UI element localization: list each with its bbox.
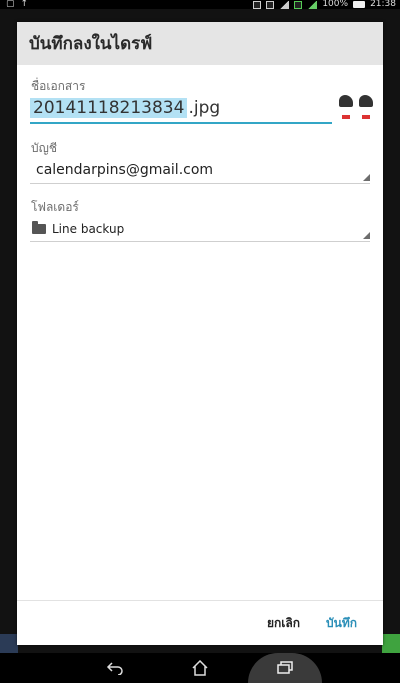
sync-icon: ▢ <box>6 0 15 9</box>
notification-icon <box>253 0 262 9</box>
dropdown-caret-icon <box>363 232 370 239</box>
shoe-image-icon <box>338 95 354 123</box>
dialog-header: บันทึกลงในไดรฟ์ <box>17 22 383 65</box>
status-right-icons: 100% 21:38 <box>253 0 396 9</box>
document-name-label: ชื่อเอกสาร <box>31 79 86 93</box>
back-button[interactable] <box>95 653 135 683</box>
back-icon <box>106 662 123 675</box>
account-select[interactable]: calendarpins@gmail.com <box>30 157 370 184</box>
save-to-drive-dialog: บันทึกลงในไดรฟ์ ชื่อเอกสาร 2014111821383… <box>17 22 383 645</box>
battery-percent: 100% <box>322 0 349 9</box>
wifi-icon <box>307 0 318 9</box>
dialog-title: บันทึกลงในไดรฟ์ <box>29 34 153 54</box>
dropdown-caret-icon <box>363 174 370 181</box>
dialog-footer: ยกเลิก บันทึก <box>17 600 383 645</box>
signal-icon <box>279 0 290 9</box>
shoe-image-icon <box>358 95 374 123</box>
cancel-button[interactable]: ยกเลิก <box>267 614 300 633</box>
notification-icon-2 <box>266 0 275 9</box>
upload-icon: ↑ <box>20 0 29 9</box>
account-value: calendarpins@gmail.com <box>36 162 214 178</box>
recent-apps-button[interactable] <box>248 653 322 683</box>
save-button[interactable]: บันทึก <box>326 614 357 633</box>
home-button[interactable] <box>180 653 220 683</box>
image-thumbnail <box>338 95 378 123</box>
navigation-bar <box>0 653 400 683</box>
document-name-selected-text[interactable]: 20141118213834 <box>30 98 188 118</box>
clock: 21:38 <box>370 0 396 9</box>
status-bar: ▢ ↑ 100% 21:38 <box>0 0 400 9</box>
battery-icon <box>353 1 366 8</box>
account-label: บัญชี <box>31 141 57 155</box>
folder-label: โฟลเดอร์ <box>31 200 79 214</box>
home-icon <box>192 660 208 676</box>
folder-icon <box>32 221 46 234</box>
folder-select[interactable]: Line backup <box>30 217 370 242</box>
folder-value: Line backup <box>52 222 125 236</box>
document-name-extension[interactable]: .jpg <box>187 98 220 118</box>
status-left-icons: ▢ ↑ <box>6 0 28 9</box>
recent-apps-icon <box>277 661 293 674</box>
document-name-input[interactable]: 20141118213834 .jpg <box>30 96 332 124</box>
data-icon <box>294 0 303 9</box>
